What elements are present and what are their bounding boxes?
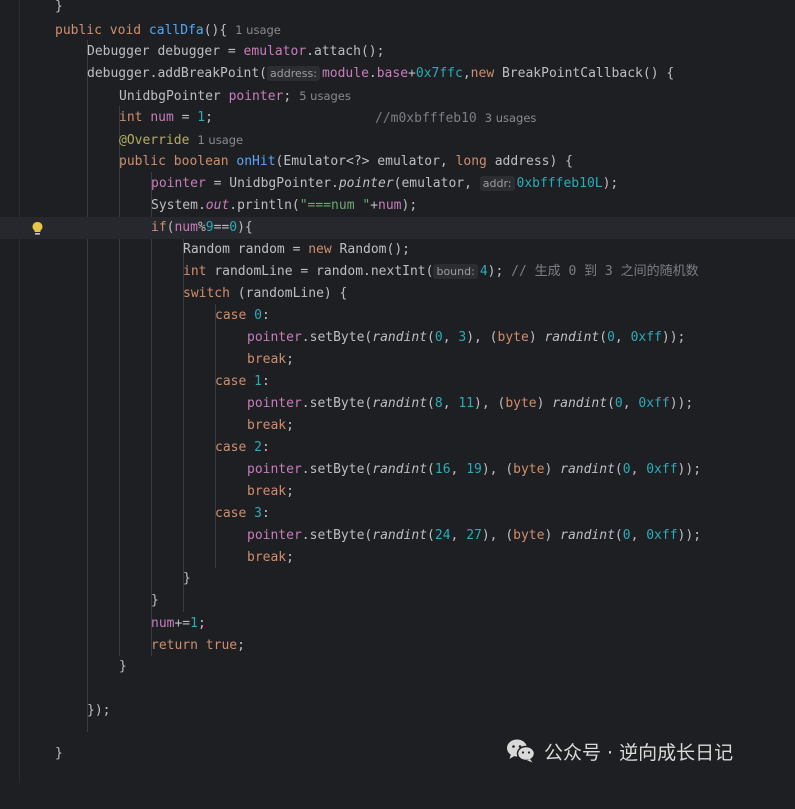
code-line[interactable]: System.out.println("===num "+num); [0, 195, 795, 217]
code-line[interactable]: pointer.setByte(randint(0, 3), (byte) ra… [0, 327, 795, 349]
intention-bulb-icon[interactable] [31, 221, 44, 236]
code-line[interactable]: pointer.setByte(randint(24, 27), (byte) … [0, 525, 795, 547]
param-hint: addr: [479, 176, 515, 191]
code-line[interactable]: @Override 1 usage [0, 129, 795, 151]
code-line[interactable]: case 0: [0, 305, 795, 327]
code-line[interactable]: }); [0, 700, 795, 722]
param-hint: bound: [433, 264, 478, 279]
watermark-text: 公众号 · 逆向成长日记 [544, 741, 734, 764]
code-line[interactable]: case 3: [0, 503, 795, 525]
code-line[interactable]: Debugger debugger = emulator.attach(); [0, 41, 795, 63]
code-line-current[interactable]: if(num%9==0){ [0, 217, 795, 239]
code-line[interactable]: case 1: [0, 371, 795, 393]
usage-hint[interactable]: 5 usages [299, 89, 351, 103]
code-line[interactable]: num+=1; [0, 613, 795, 635]
code-line[interactable]: } [0, 656, 795, 678]
code-line[interactable]: } [0, 590, 795, 612]
code-line[interactable]: pointer.setByte(randint(8, 11), (byte) r… [0, 393, 795, 415]
code-line[interactable]: break; [0, 415, 795, 437]
wechat-logo-icon [507, 739, 536, 763]
code-line[interactable]: } [0, 0, 795, 18]
code-line[interactable]: break; [0, 349, 795, 371]
code-line[interactable]: debugger.addBreakPoint(address: module.ba… [0, 63, 795, 85]
code-line[interactable]: return true; [0, 635, 795, 657]
code-line[interactable]: int num = 1; //m0xbfffeb10 3 usages [0, 107, 795, 129]
usage-hint[interactable]: 3 usages [485, 111, 537, 125]
code-line[interactable]: UnidbgPointer pointer; 5 usages [0, 85, 795, 107]
code-line[interactable]: case 2: [0, 437, 795, 459]
code-line[interactable]: pointer.setByte(randint(16, 19), (byte) … [0, 459, 795, 481]
code-comment: //m0xbfffeb10 [375, 111, 477, 126]
code-line[interactable]: int randomLine = random.nextInt(bound: 4)… [0, 261, 795, 283]
code-line[interactable]: break; [0, 547, 795, 569]
code-line[interactable]: Random random = new Random(); [0, 239, 795, 261]
code-line[interactable]: switch (randomLine) { [0, 283, 795, 305]
code-line[interactable]: public void callDfa(){1 usage [0, 19, 795, 41]
code-line[interactable]: public boolean onHit(Emulator<?> emulato… [0, 151, 795, 173]
code-line[interactable]: } [0, 568, 795, 590]
watermark: 公众号 · 逆向成长日记 [506, 736, 733, 766]
usage-hint[interactable]: 1 usage [235, 23, 281, 37]
param-hint: address: [267, 66, 320, 81]
code-line[interactable]: pointer = UnidbgPointer.pointer(emulator… [0, 173, 795, 195]
string-literal: "===num " [299, 198, 371, 213]
code-comment: // 生成 0 到 3 之间的随机数 [511, 264, 699, 279]
code-editor[interactable]: } public void callDfa(){1 usage Debugger… [0, 0, 795, 783]
usage-hint[interactable]: 1 usage [197, 133, 243, 147]
code-line[interactable]: break; [0, 481, 795, 503]
